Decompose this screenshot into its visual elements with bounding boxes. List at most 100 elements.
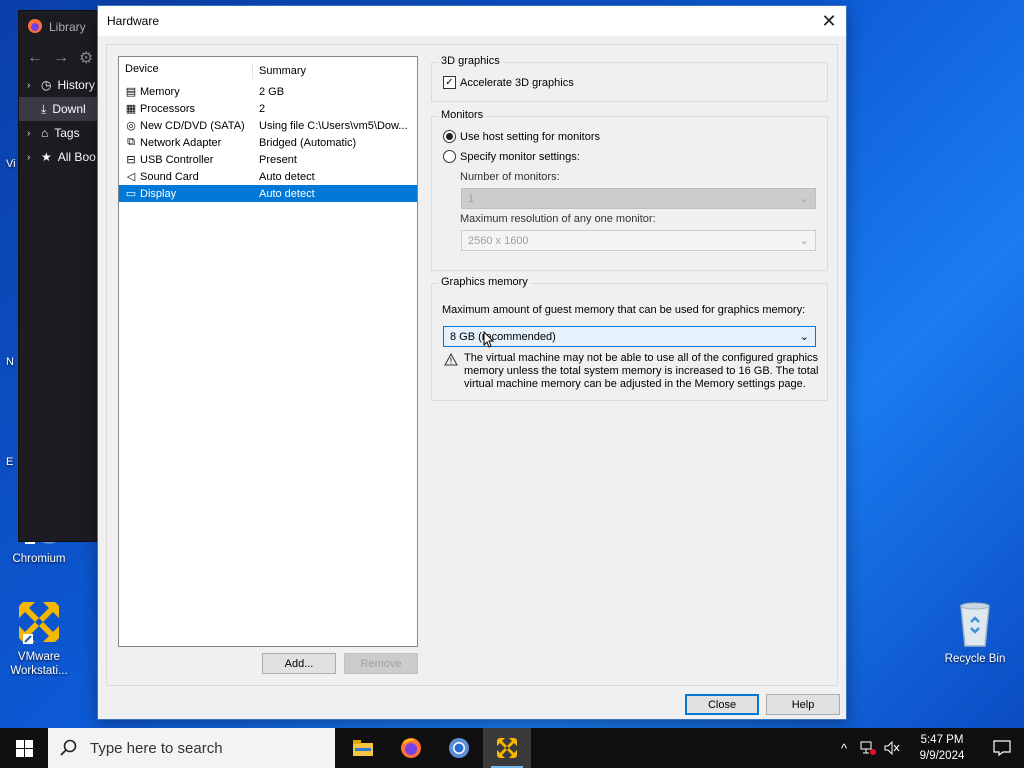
file-explorer-icon [353, 740, 373, 756]
close-icon[interactable]: ✕ [812, 6, 846, 36]
device-row[interactable]: ▦ Processors 2 [119, 100, 417, 117]
tag-icon: ⌂ [41, 126, 49, 140]
star-icon: ★ [41, 150, 52, 164]
volume-muted-icon[interactable] [880, 728, 904, 768]
dialog-titlebar[interactable]: Hardware ✕ [98, 6, 846, 36]
num-monitors-label: Number of monitors: [460, 171, 560, 183]
device-row[interactable]: ◎ New CD/DVD (SATA) Using file C:\Users\vm… [119, 117, 417, 134]
memory-icon: ▤ [125, 86, 137, 98]
use-host-setting-label: Use host setting for monitors [460, 130, 601, 143]
taskbar-vmware[interactable] [483, 728, 531, 768]
add-button[interactable]: Add... [262, 653, 336, 674]
library-item-label: Downl [52, 102, 86, 116]
device-summary: Present [259, 153, 297, 166]
close-button[interactable]: Close [685, 694, 759, 715]
search-placeholder: Type here to search [90, 739, 223, 757]
device-summary: 2 [259, 102, 266, 115]
device-name: Processors [140, 102, 196, 115]
library-item-downloads[interactable]: ⤓ Downl [19, 97, 107, 121]
num-monitors-select: 1 ⌄ [461, 188, 816, 209]
gear-icon[interactable]: ⚙ [79, 48, 93, 68]
desktop-partial-label: N [6, 356, 14, 368]
vmware-icon [15, 598, 63, 646]
library-item-label: All Boo [57, 150, 96, 164]
device-row[interactable]: ◁ Sound Card Auto detect [119, 168, 417, 185]
device-name: Sound Card [140, 170, 199, 183]
use-host-setting-radio-row[interactable]: Use host setting for monitors [443, 130, 600, 143]
chevron-down-icon: ⌄ [799, 193, 809, 205]
vmware-icon [497, 738, 517, 758]
dialog-content: Device Summary ▤ Memory 2 GB ▦ Processors 2 ◎ N… [106, 44, 838, 686]
library-title: Library [49, 20, 86, 34]
download-icon: ⤓ [41, 101, 47, 116]
system-tray: ^ 5:47 PM 9/9/2024 [832, 728, 1024, 768]
group-monitors: Monitors Use host setting for monitors S… [431, 109, 828, 271]
cd-dvd-icon: ◎ [126, 120, 136, 132]
chevron-right-icon: › [27, 151, 31, 163]
column-header-summary[interactable]: Summary [253, 65, 417, 77]
desktop-icon-vmware[interactable]: VMware Workstati... [4, 598, 74, 678]
taskbar-clock[interactable]: 5:47 PM 9/9/2024 [904, 732, 980, 764]
firefox-icon [27, 18, 43, 37]
notification-center-icon[interactable] [980, 740, 1024, 756]
taskbar-file-explorer[interactable] [339, 728, 387, 768]
chevron-down-icon: ⌄ [799, 235, 809, 247]
library-item-label: History [57, 78, 95, 92]
column-header-device[interactable]: Device [119, 63, 253, 79]
accelerate-3d-checkbox-row[interactable]: ✓ Accelerate 3D graphics [443, 76, 574, 89]
help-button[interactable]: Help [766, 694, 840, 715]
chromium-icon [449, 738, 469, 758]
sound-icon: ◁ [126, 171, 136, 183]
desktop-icon-recycle-bin[interactable]: Recycle Bin [940, 600, 1010, 666]
graphics-memory-warning: The virtual machine may not be able to u… [464, 352, 819, 390]
accelerate-3d-checkbox[interactable]: ✓ [443, 76, 456, 89]
specify-monitor-radio-row[interactable]: Specify monitor settings: [443, 150, 580, 163]
start-button[interactable] [0, 728, 48, 768]
display-icon: ▭ [125, 188, 137, 200]
device-name: New CD/DVD (SATA) [140, 119, 245, 132]
warning-icon [444, 352, 458, 369]
chevron-up-icon[interactable]: ^ [832, 728, 856, 768]
desktop-icon-label: Recycle Bin [944, 653, 1006, 665]
device-row[interactable]: ⧉ Network Adapter Bridged (Automatic) [119, 134, 417, 151]
library-item-history[interactable]: › ◷ History [19, 73, 107, 97]
library-item-tags[interactable]: › ⌂ Tags [19, 121, 107, 145]
forward-arrow-icon[interactable]: → [53, 49, 69, 67]
desktop-partial-label: E [6, 456, 14, 468]
remove-button: Remove [344, 653, 418, 674]
device-summary: Using file C:\Users\vm5\Dow... [259, 119, 408, 132]
library-item-all-bookmarks[interactable]: › ★ All Boo [19, 145, 107, 169]
specify-monitor-radio[interactable] [443, 150, 456, 163]
windows-logo-icon [15, 739, 33, 757]
device-name: USB Controller [140, 153, 214, 166]
back-arrow-icon[interactable]: ← [27, 49, 43, 67]
device-row[interactable]: ▤ Memory 2 GB [119, 83, 417, 100]
device-list[interactable]: Device Summary ▤ Memory 2 GB ▦ Processors 2 ◎ N… [118, 56, 418, 647]
clock-icon: ◷ [41, 78, 52, 92]
chevron-right-icon: › [27, 79, 31, 91]
taskbar-search-box[interactable]: Type here to search [48, 728, 335, 768]
max-resolution-label: Maximum resolution of any one monitor: [460, 213, 656, 225]
firefox-icon [401, 738, 421, 758]
library-titlebar: Library [19, 11, 107, 43]
device-list-header: Device Summary [119, 57, 417, 79]
graphics-memory-select[interactable]: 8 GB (recommended) ⌄ [443, 326, 816, 347]
use-host-setting-radio[interactable] [443, 130, 456, 143]
device-summary: Bridged (Automatic) [259, 136, 357, 149]
library-navbar: ← → ⚙ [19, 43, 107, 73]
library-window[interactable]: Library ← → ⚙ › ◷ History ⤓ Downl › ⌂ Ta… [18, 10, 108, 542]
dialog-title: Hardware [107, 14, 160, 28]
chevron-right-icon: › [27, 127, 31, 139]
device-row[interactable]: ▭ Display Auto detect [119, 185, 417, 202]
device-row[interactable]: ⊟ USB Controller Present [119, 151, 417, 168]
device-name: Network Adapter [140, 136, 222, 149]
network-icon[interactable] [856, 728, 880, 768]
taskbar-firefox[interactable] [387, 728, 435, 768]
recycle-bin-icon [951, 600, 999, 648]
taskbar-chromium[interactable] [435, 728, 483, 768]
hardware-dialog[interactable]: Hardware ✕ Device Summary ▤ Memory 2 GB ▦ Pr… [97, 5, 847, 720]
desktop-partial-label: Vi [6, 158, 16, 170]
specify-monitor-label: Specify monitor settings: [460, 150, 580, 163]
group-3d-graphics: 3D graphics ✓ Accelerate 3D graphics [431, 55, 828, 102]
accelerate-3d-label: Accelerate 3D graphics [460, 76, 574, 89]
